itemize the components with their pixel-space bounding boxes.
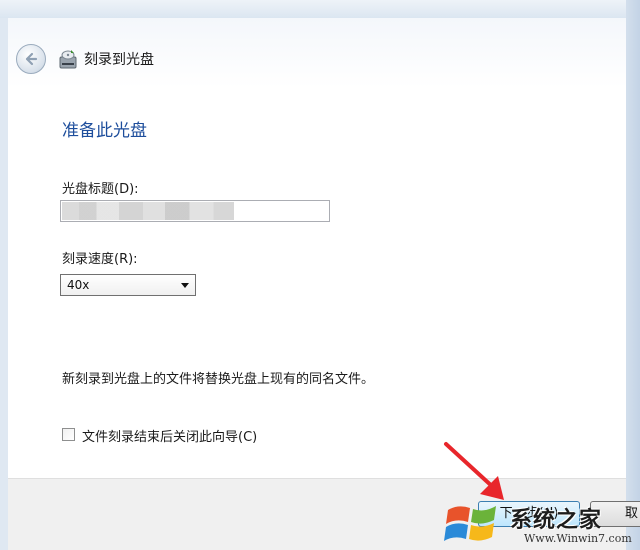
redacted-disc-title: [62, 202, 234, 220]
back-button[interactable]: [16, 44, 46, 74]
windows-logo-icon: [444, 506, 496, 541]
window-frame-top: [0, 0, 640, 18]
burn-speed-value: 40x: [67, 278, 90, 292]
wizard-content: 准备此光盘 光盘标题(D): 刻录速度(R): 40x 新刻录到光盘上的文件将替…: [8, 88, 626, 478]
site-watermark: 系统之家 Www.Winwin7.com: [440, 498, 640, 550]
watermark-text: 系统之家: [510, 508, 603, 533]
disc-title-label: 光盘标题(D):: [62, 182, 139, 197]
disc-burner-icon: [59, 50, 77, 69]
window-title: 刻录到光盘: [84, 52, 154, 68]
window-frame-left: [0, 18, 8, 550]
page-heading: 准备此光盘: [62, 121, 147, 141]
back-arrow-icon: [25, 52, 38, 66]
burn-disc-wizard-window: 刻录到光盘 准备此光盘 光盘标题(D): 刻录速度(R): 40x 新刻录到光盘…: [0, 0, 640, 550]
close-wizard-checkbox[interactable]: [62, 428, 75, 441]
close-wizard-label[interactable]: 文件刻录结束后关闭此向导(C): [82, 426, 257, 445]
replace-files-info: 新刻录到光盘上的文件将替换光盘上现有的同名文件。: [62, 372, 375, 387]
chevron-down-icon: [181, 283, 189, 288]
window-frame-right: [626, 0, 640, 550]
watermark-url: Www.Winwin7.com: [524, 532, 632, 545]
wizard-header: 刻录到光盘: [8, 18, 626, 89]
burn-speed-label: 刻录速度(R):: [62, 252, 138, 267]
burn-speed-select[interactable]: 40x: [60, 274, 196, 296]
